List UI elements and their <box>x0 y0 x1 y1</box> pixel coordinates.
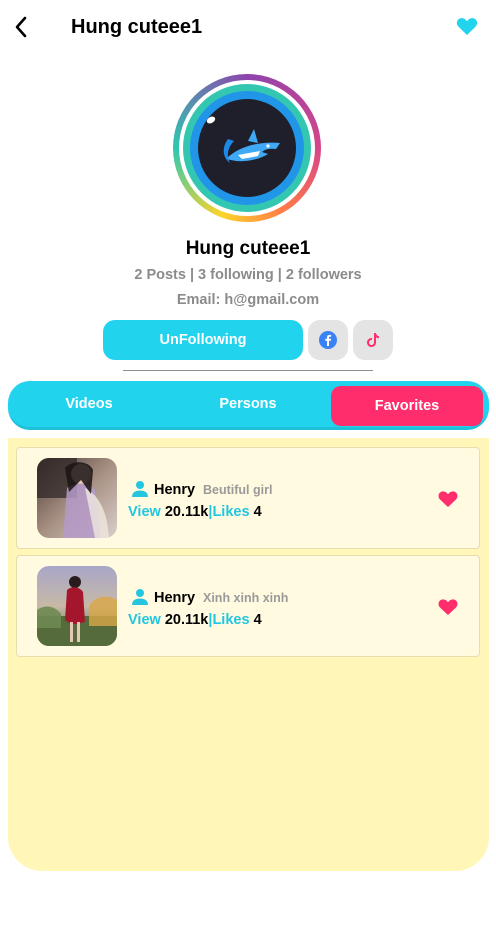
profile-stats: 2 Posts | 3 following | 2 followers <box>134 267 362 283</box>
tab-favorites[interactable]: Favorites <box>331 386 483 426</box>
tab-persons[interactable]: Persons <box>168 381 328 427</box>
profile-name: Hung cuteee1 <box>185 238 311 259</box>
unfollow-button[interactable]: UnFollowing <box>103 320 303 360</box>
chevron-left-icon <box>15 16 27 38</box>
card-stats: View 20.11k|Likes 4 <box>128 612 262 628</box>
video-thumbnail[interactable] <box>37 458 117 538</box>
heart-icon[interactable] <box>437 596 459 616</box>
list-item[interactable]: Henry Beutiful girl View 20.11k|Likes 4 <box>16 447 480 549</box>
shark-logo-icon <box>206 116 280 163</box>
card-description: Beutiful girl <box>203 483 273 497</box>
divider <box>123 370 373 371</box>
facebook-button[interactable] <box>308 320 348 360</box>
card-username[interactable]: Henry <box>154 482 195 498</box>
person-icon <box>132 589 148 605</box>
video-thumbnail[interactable] <box>37 566 117 646</box>
list-item[interactable]: Henry Xinh xinh xinh View 20.11k|Likes 4 <box>16 555 480 657</box>
card-description: Xinh xinh xinh <box>203 591 289 605</box>
heart-icon[interactable] <box>437 488 459 508</box>
top-bar: Hung cuteee1 <box>0 0 496 56</box>
avatar <box>173 74 321 222</box>
tiktok-icon <box>367 333 379 347</box>
favorite-button[interactable] <box>455 14 479 38</box>
tab-videos[interactable]: Videos <box>8 381 170 427</box>
favorites-panel: Henry Beutiful girl View 20.11k|Likes 4 <box>8 438 489 871</box>
tab-bar: Videos Persons Favorites <box>8 381 489 430</box>
card-stats: View 20.11k|Likes 4 <box>128 504 262 520</box>
profile-email: Email: h@gmail.com <box>176 292 320 308</box>
page-title: Hung cuteee1 <box>71 16 203 38</box>
tiktok-button[interactable] <box>353 320 393 360</box>
card-username[interactable]: Henry <box>154 590 195 606</box>
avatar-image <box>198 99 296 197</box>
heart-icon <box>456 18 478 35</box>
facebook-icon <box>319 331 337 349</box>
back-button[interactable] <box>10 12 36 42</box>
person-icon <box>132 481 148 497</box>
